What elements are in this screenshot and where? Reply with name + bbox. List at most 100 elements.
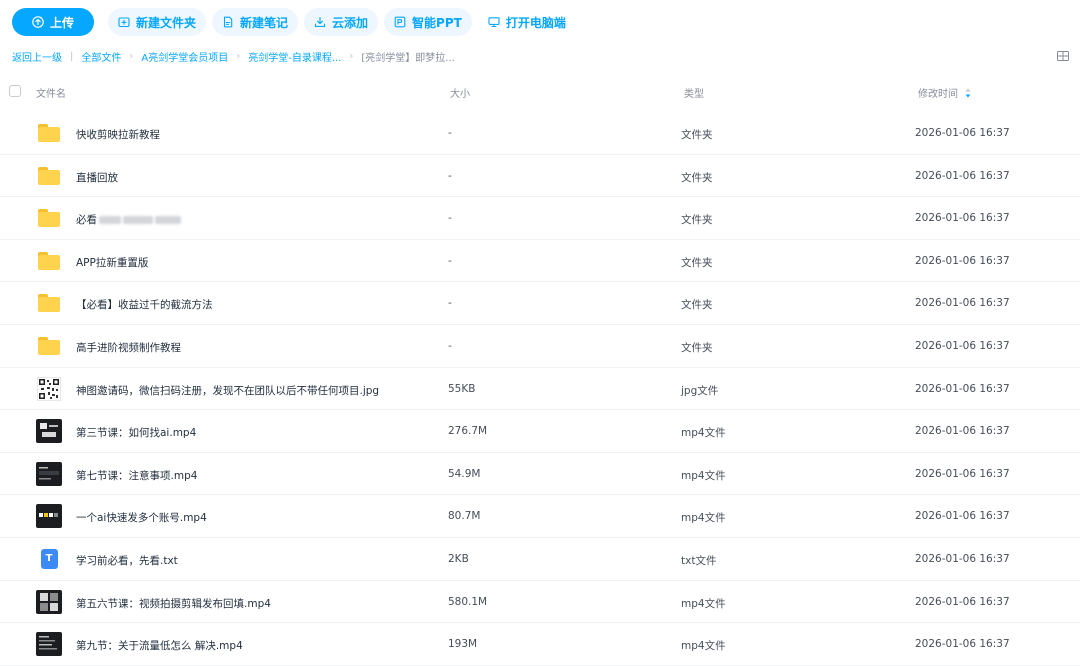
file-modified-time: 2026-01-06 16:37 bbox=[915, 212, 1010, 225]
new-note-button[interactable]: 新建笔记 bbox=[212, 8, 299, 36]
file-list: 快收剪映拉新教程 - 文件夹 2026-01-06 16:37 直播回放 - 文… bbox=[0, 112, 1080, 666]
column-header-size[interactable]: 大小 bbox=[450, 85, 470, 100]
file-modified-time: 2026-01-06 16:37 bbox=[915, 638, 1010, 651]
table-row[interactable]: 直播回放 - 文件夹 2026-01-06 16:37 bbox=[0, 155, 1080, 198]
qr-thumbnail-icon bbox=[36, 376, 62, 401]
file-name[interactable]: 【必看】收益过千的截流方法 bbox=[76, 297, 213, 312]
file-type: 文件夹 bbox=[681, 341, 713, 354]
upload-button[interactable]: 上传 bbox=[12, 8, 94, 36]
breadcrumb-chevron-icon: › bbox=[129, 50, 134, 62]
file-size: - bbox=[448, 212, 452, 225]
redacted-blur bbox=[99, 216, 121, 225]
table-row[interactable]: 高手进阶视频制作教程 - 文件夹 2026-01-06 16:37 bbox=[0, 325, 1080, 368]
file-size: 80.7M bbox=[448, 510, 481, 523]
file-modified-time: 2026-01-06 16:37 bbox=[915, 297, 1010, 310]
file-name[interactable]: 学习前必看，先看.txt bbox=[76, 553, 178, 568]
file-name[interactable]: 快收剪映拉新教程 bbox=[76, 127, 160, 142]
file-name-redacted[interactable]: 必看 bbox=[76, 212, 181, 227]
video-thumbnail-icon bbox=[36, 461, 62, 486]
breadcrumb: 返回上一级 | 全部文件 › A亮剑学堂会员项目 › 亮剑学堂-自录课程... … bbox=[12, 48, 455, 64]
new-folder-label: 新建文件夹 bbox=[136, 15, 197, 30]
cloud-add-label: 云添加 bbox=[332, 15, 369, 30]
file-name[interactable]: 神图邀请码，微信扫码注册，发现不在团队以后不带任何项目.jpg bbox=[76, 383, 379, 398]
breadcrumb-chevron-icon: › bbox=[236, 50, 241, 62]
toolbar: 上传 新建文件夹 新建笔记 云添加 智能PPT 打开电脑端 bbox=[0, 0, 1080, 44]
upload-label: 上传 bbox=[49, 15, 74, 30]
breadcrumb-item-self-course[interactable]: 亮剑学堂-自录课程... bbox=[248, 49, 341, 64]
table-row[interactable]: APP拉新重置版 - 文件夹 2026-01-06 16:37 bbox=[0, 240, 1080, 283]
file-type: mp4文件 bbox=[681, 427, 726, 440]
video-thumbnail-icon bbox=[36, 419, 62, 444]
smart-ppt-label: 智能PPT bbox=[412, 15, 462, 30]
open-desktop-button[interactable]: 打开电脑端 bbox=[478, 8, 576, 36]
file-table-header: 文件名 大小 类型 修改时间 bbox=[0, 76, 1080, 108]
cloud-add-button[interactable]: 云添加 bbox=[304, 8, 379, 36]
breadcrumb-item-member-project[interactable]: A亮剑学堂会员项目 bbox=[141, 49, 228, 64]
file-modified-time: 2026-01-06 16:37 bbox=[915, 382, 1010, 395]
folder-icon bbox=[36, 121, 62, 145]
file-name[interactable]: APP拉新重置版 bbox=[76, 255, 148, 270]
folder-icon bbox=[36, 334, 62, 358]
table-row[interactable]: 必看 - 文件夹 2026-01-06 16:37 bbox=[0, 197, 1080, 240]
file-type: 文件夹 bbox=[681, 299, 713, 312]
cloud-add-icon bbox=[314, 16, 326, 27]
file-modified-time: 2026-01-06 16:37 bbox=[915, 339, 1010, 352]
file-size: 193M bbox=[448, 638, 478, 651]
ppt-icon bbox=[394, 16, 406, 28]
file-type: mp4文件 bbox=[681, 469, 726, 482]
file-size: - bbox=[448, 339, 452, 352]
table-row[interactable]: T 学习前必看，先看.txt 2KB txt文件 2026-01-06 16:3… bbox=[0, 538, 1080, 581]
table-row[interactable]: 【必看】收益过千的截流方法 - 文件夹 2026-01-06 16:37 bbox=[0, 282, 1080, 325]
file-size: 276.7M bbox=[448, 425, 488, 438]
table-row[interactable]: 快收剪映拉新教程 - 文件夹 2026-01-06 16:37 bbox=[0, 112, 1080, 155]
breadcrumb-item-all-files[interactable]: 全部文件 bbox=[81, 49, 121, 64]
file-size: 54.9M bbox=[448, 467, 481, 480]
file-name[interactable]: 第九节：关于流量低怎么 解决.mp4 bbox=[76, 638, 243, 653]
table-row[interactable]: 第七节课：注意事项.mp4 54.9M mp4文件 2026-01-06 16:… bbox=[0, 453, 1080, 496]
file-modified-time: 2026-01-06 16:37 bbox=[915, 425, 1010, 438]
table-row[interactable]: 第三节课：如何找ai.mp4 276.7M mp4文件 2026-01-06 1… bbox=[0, 410, 1080, 453]
table-row[interactable]: 一个ai快速发多个账号.mp4 80.7M mp4文件 2026-01-06 1… bbox=[0, 495, 1080, 538]
smart-ppt-button[interactable]: 智能PPT bbox=[384, 8, 472, 36]
file-name[interactable]: 第三节课：如何找ai.mp4 bbox=[76, 425, 196, 440]
breadcrumb-back-link[interactable]: 返回上一级 bbox=[12, 49, 62, 64]
column-header-name[interactable]: 文件名 bbox=[36, 85, 66, 100]
breadcrumb-item-current: [亮剑学堂】即梦拉... bbox=[361, 52, 455, 64]
file-size: - bbox=[448, 127, 452, 139]
file-type: 文件夹 bbox=[681, 129, 713, 141]
new-note-icon bbox=[223, 16, 233, 28]
upload-icon bbox=[32, 16, 44, 28]
file-name[interactable]: 高手进阶视频制作教程 bbox=[76, 340, 181, 355]
column-header-time-label: 修改时间 bbox=[918, 89, 958, 100]
video-thumbnail-icon bbox=[36, 632, 62, 657]
file-type: 文件夹 bbox=[681, 256, 713, 269]
file-name[interactable]: 第五六节课：视频拍摄剪辑发布回填.mp4 bbox=[76, 596, 271, 611]
folder-icon bbox=[36, 291, 62, 315]
file-size: 580.1M bbox=[448, 595, 488, 608]
breadcrumb-divider: | bbox=[70, 50, 74, 62]
file-size: 55KB bbox=[448, 382, 476, 395]
file-type: 文件夹 bbox=[681, 214, 713, 227]
sort-arrow-icon[interactable] bbox=[964, 87, 972, 99]
file-name: 必看 bbox=[76, 214, 97, 227]
table-row[interactable]: 神图邀请码，微信扫码注册，发现不在团队以后不带任何项目.jpg 55KB jpg… bbox=[0, 368, 1080, 411]
column-header-type[interactable]: 类型 bbox=[684, 85, 704, 100]
file-name[interactable]: 第七节课：注意事项.mp4 bbox=[76, 468, 197, 483]
file-type: mp4文件 bbox=[681, 597, 726, 610]
file-type: 文件夹 bbox=[681, 171, 713, 184]
breadcrumb-chevron-icon: › bbox=[349, 50, 354, 62]
column-header-time[interactable]: 修改时间 bbox=[918, 85, 972, 100]
new-folder-button[interactable]: 新建文件夹 bbox=[108, 8, 207, 36]
file-modified-time: 2026-01-06 16:37 bbox=[915, 467, 1010, 480]
file-type: mp4文件 bbox=[681, 640, 726, 653]
table-row[interactable]: 第九节：关于流量低怎么 解决.mp4 193M mp4文件 2026-01-06… bbox=[0, 623, 1080, 666]
grid-view-icon[interactable] bbox=[1056, 49, 1070, 63]
file-type: mp4文件 bbox=[681, 512, 726, 525]
file-name[interactable]: 直播回放 bbox=[76, 170, 118, 185]
table-row[interactable]: 第五六节课：视频拍摄剪辑发布回填.mp4 580.1M mp4文件 2026-0… bbox=[0, 581, 1080, 624]
file-name[interactable]: 一个ai快速发多个账号.mp4 bbox=[76, 510, 207, 525]
select-all-checkbox[interactable] bbox=[9, 85, 21, 97]
file-size: 2KB bbox=[448, 552, 469, 565]
file-size: - bbox=[448, 169, 452, 182]
txt-file-icon: T bbox=[36, 547, 62, 571]
